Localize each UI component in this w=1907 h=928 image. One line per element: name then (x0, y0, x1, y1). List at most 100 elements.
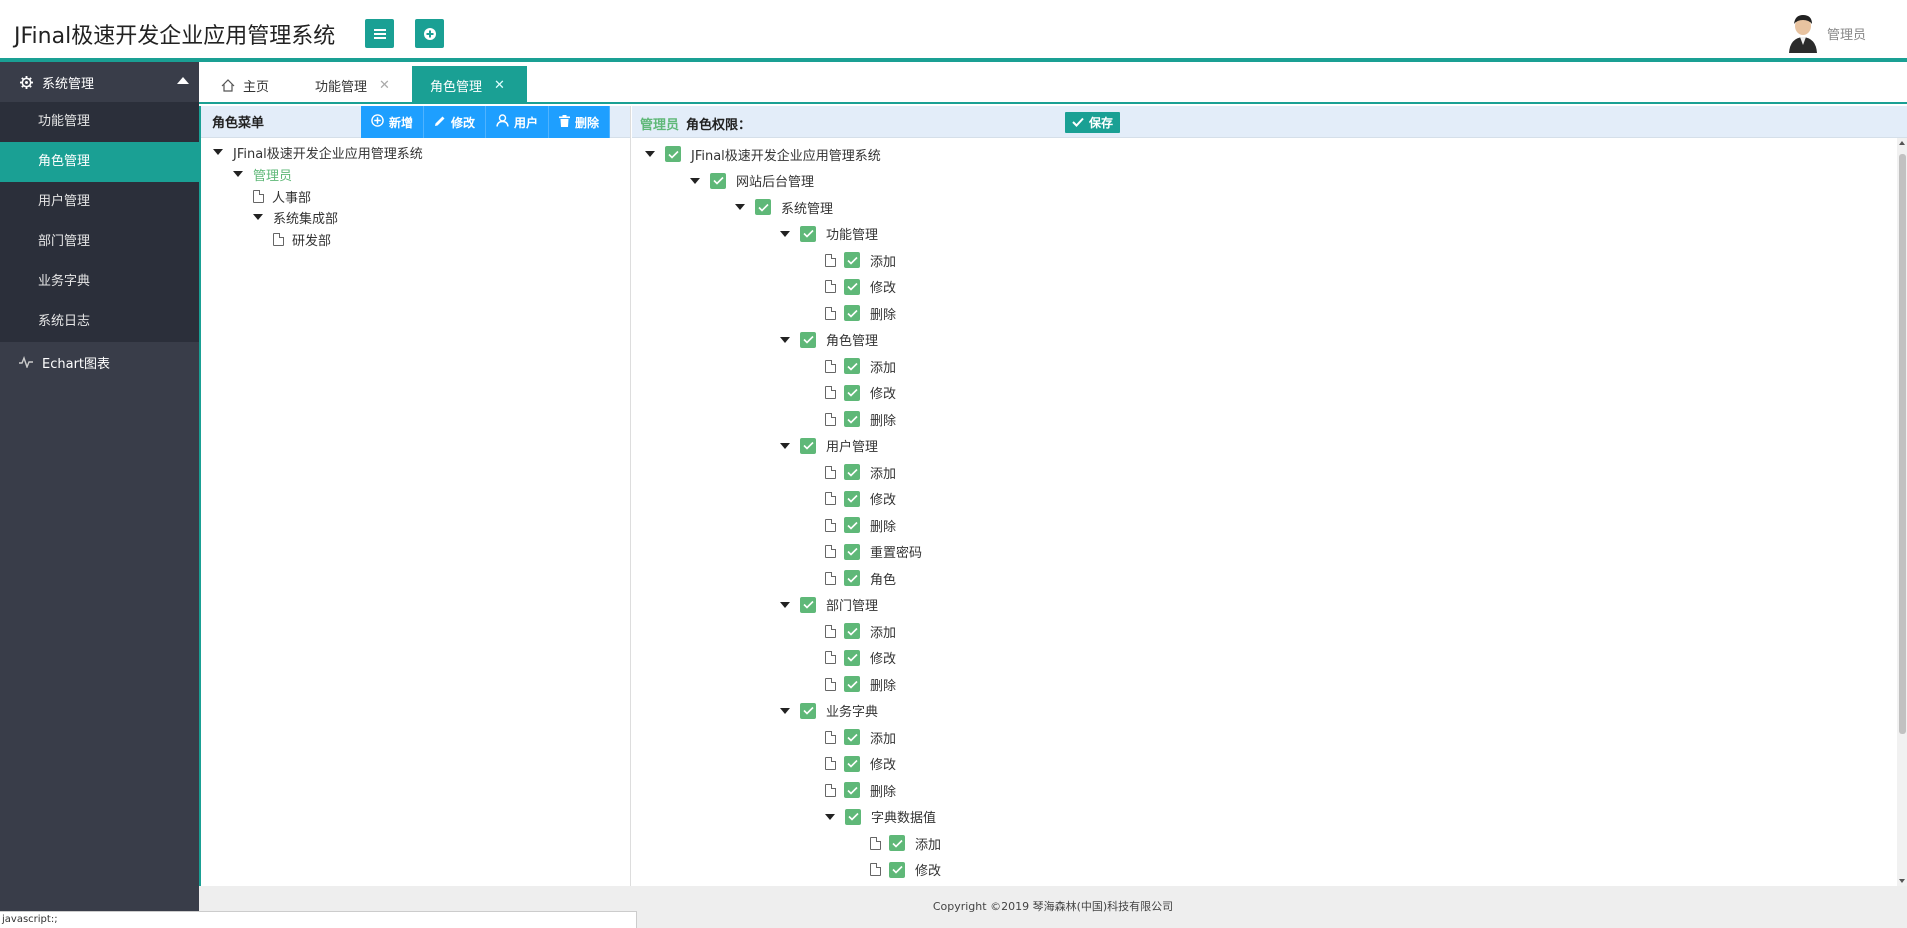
permission-checkbox[interactable] (844, 517, 860, 533)
permission-checkbox[interactable] (844, 252, 860, 268)
permission-leaf-node[interactable]: 添加 (825, 725, 896, 749)
save-button[interactable]: 保存 (1065, 112, 1121, 133)
permission-leaf-node[interactable]: 添加 (870, 831, 941, 855)
permission-checkbox[interactable] (844, 649, 860, 666)
close-icon[interactable]: ✕ (494, 78, 505, 93)
sidebar-item-log[interactable]: 系统日志 (0, 302, 199, 342)
expand-arrow-icon[interactable] (780, 601, 790, 608)
permission-branch-node[interactable]: 角色管理 (780, 328, 878, 352)
add-tab-button[interactable] (415, 19, 444, 48)
permission-checkbox[interactable] (844, 411, 860, 427)
permission-checkbox[interactable] (844, 490, 860, 507)
permission-leaf-node[interactable]: 删除 (825, 513, 896, 537)
expand-arrow-icon[interactable] (780, 707, 790, 714)
sidebar-item-role[interactable]: 角色管理 (0, 142, 199, 182)
expand-arrow-icon[interactable] (735, 204, 745, 210)
scroll-down-icon[interactable] (1899, 879, 1905, 883)
permission-leaf-node[interactable]: 重置密码 (825, 540, 922, 564)
permission-branch-node[interactable]: 网站后台管理 (690, 169, 814, 193)
sidebar-item-function[interactable]: 功能管理 (0, 102, 199, 142)
permission-checkbox[interactable] (800, 596, 816, 613)
user-name[interactable]: 管理员 (1827, 24, 1866, 43)
permission-checkbox[interactable] (844, 384, 860, 401)
permission-checkbox[interactable] (800, 702, 816, 719)
permission-branch-node[interactable]: 功能管理 (780, 222, 878, 246)
expand-arrow-icon[interactable] (233, 171, 243, 177)
expand-arrow-icon[interactable] (690, 177, 700, 184)
permission-checkbox[interactable] (844, 305, 860, 321)
permission-checkbox[interactable] (710, 172, 726, 189)
permission-checkbox[interactable] (844, 570, 860, 586)
permission-leaf-node[interactable]: 修改 (870, 858, 941, 882)
permission-branch-node[interactable]: 系统管理 (735, 195, 833, 219)
permission-leaf-node[interactable]: 删除 (825, 407, 896, 431)
permission-leaf-node[interactable]: 修改 (825, 487, 896, 511)
permission-checkbox[interactable] (889, 835, 905, 851)
sidebar-item-department[interactable]: 部门管理 (0, 222, 199, 262)
scroll-thumb[interactable] (1899, 154, 1906, 734)
permission-checkbox[interactable] (889, 861, 905, 878)
expand-arrow-icon[interactable] (780, 230, 790, 237)
expand-arrow-icon[interactable] (780, 336, 790, 343)
permission-checkbox[interactable] (800, 225, 816, 242)
scroll-up-icon[interactable] (1899, 141, 1905, 145)
sidebar-item-dictionary[interactable]: 业务字典 (0, 262, 199, 302)
file-icon (825, 518, 836, 532)
permission-checkbox[interactable] (844, 543, 860, 560)
permission-checkbox[interactable] (844, 782, 860, 798)
expand-arrow-icon[interactable] (213, 149, 223, 155)
permission-checkbox[interactable] (844, 278, 860, 295)
permission-branch-node[interactable]: 用户管理 (780, 434, 878, 458)
permission-checkbox[interactable] (800, 331, 816, 348)
user-button[interactable]: 用户 (486, 106, 550, 138)
permission-leaf-node[interactable]: 添加 (825, 460, 896, 484)
tree-node-rd[interactable]: 研发部 (273, 228, 331, 250)
permission-leaf-node[interactable]: 添加 (825, 619, 896, 643)
permission-leaf-node[interactable]: 角色 (825, 566, 896, 590)
expand-arrow-icon[interactable] (645, 151, 655, 157)
permission-checkbox[interactable] (844, 676, 860, 692)
permission-checkbox[interactable] (844, 623, 860, 639)
permission-leaf-node[interactable]: 修改 (825, 381, 896, 405)
scrollbar[interactable] (1897, 138, 1907, 886)
delete-button[interactable]: 删除 (549, 106, 611, 138)
permission-checkbox[interactable] (845, 808, 861, 825)
tab-role[interactable]: 角色管理 ✕ (412, 66, 527, 104)
permission-checkbox[interactable] (844, 464, 860, 480)
tree-node-integration[interactable]: 系统集成部 (253, 206, 338, 228)
permission-leaf-node[interactable]: 删除 (825, 301, 896, 325)
permission-leaf-node[interactable]: 修改 (825, 646, 896, 670)
sidebar-group-system[interactable]: 系统管理 (0, 62, 199, 102)
permission-leaf-node[interactable]: 删除 (825, 778, 896, 802)
permission-checkbox[interactable] (844, 755, 860, 772)
expand-arrow-icon[interactable] (253, 214, 263, 220)
permission-checkbox[interactable] (844, 729, 860, 745)
tree-node-root[interactable]: JFinal极速开发企业应用管理系统 (213, 141, 423, 163)
permission-checkbox[interactable] (800, 437, 816, 454)
tree-node-admin[interactable]: 管理员 (233, 163, 292, 185)
permission-checkbox[interactable] (844, 358, 860, 374)
tab-function[interactable]: 功能管理 ✕ (315, 66, 415, 104)
tab-home[interactable]: 主页 (221, 66, 291, 104)
close-icon[interactable]: ✕ (379, 78, 390, 93)
permission-checkbox[interactable] (755, 199, 771, 215)
permission-branch-node[interactable]: 业务字典 (780, 699, 878, 723)
sidebar-group-echart[interactable]: Echart图表 (0, 342, 199, 382)
expand-arrow-icon[interactable] (780, 442, 790, 449)
tree-node-hr[interactable]: 人事部 (253, 185, 311, 207)
permission-leaf-node[interactable]: 添加 (825, 354, 896, 378)
permission-branch-node[interactable]: 字典数据值 (825, 805, 936, 829)
permission-leaf-node[interactable]: 修改 (825, 275, 896, 299)
menu-toggle-button[interactable] (365, 19, 394, 48)
permission-branch-node[interactable]: JFinal极速开发企业应用管理系统 (645, 142, 881, 166)
avatar[interactable] (1785, 13, 1821, 53)
expand-arrow-icon[interactable] (825, 813, 835, 820)
permission-checkbox[interactable] (665, 146, 681, 162)
edit-button[interactable]: 修改 (424, 106, 487, 138)
add-button[interactable]: 新增 (361, 106, 425, 138)
sidebar-item-user[interactable]: 用户管理 (0, 182, 199, 222)
permission-leaf-node[interactable]: 删除 (825, 672, 896, 696)
permission-leaf-node[interactable]: 修改 (825, 752, 896, 776)
permission-leaf-node[interactable]: 添加 (825, 248, 896, 272)
permission-branch-node[interactable]: 部门管理 (780, 593, 878, 617)
